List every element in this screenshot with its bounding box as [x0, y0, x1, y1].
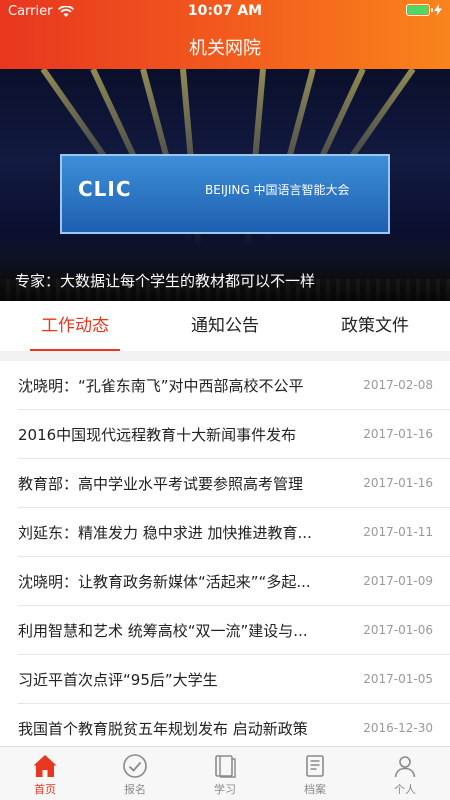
list-item[interactable]: 利用智慧和艺术 统筹高校“双一流”建设与... 2017-01-06: [0, 606, 450, 655]
tabbar-item-archive[interactable]: 档案: [270, 747, 360, 800]
news-title: 刘延东：精准发力 稳中求进 加快推进教育...: [18, 524, 312, 542]
app-header: Carrier 10:07 AM 机关网院: [0, 0, 450, 69]
tabbar-label: 个人: [394, 783, 416, 796]
category-tabs: 工作动态 通知公告 政策文件: [0, 301, 450, 351]
section-divider: [0, 351, 450, 361]
check-circle-icon: [123, 754, 147, 778]
news-date: 2017-01-16: [363, 427, 433, 441]
home-icon: [33, 755, 57, 777]
tabbar-label: 档案: [304, 783, 326, 796]
banner-caption[interactable]: 专家：大数据让每个学生的教材都可以不一样: [15, 270, 315, 291]
news-date: 2017-02-08: [363, 378, 433, 392]
tabbar-label: 报名: [124, 783, 146, 796]
list-item[interactable]: 教育部：高中学业水平考试要参照高考管理 2017-01-16: [0, 459, 450, 508]
tab-policy-docs[interactable]: 政策文件: [300, 301, 450, 351]
status-time: 10:07 AM: [187, 3, 263, 19]
status-right: [406, 4, 442, 16]
list-item[interactable]: 沈晓明：让教育政务新媒体“活起来”“多起... 2017-01-09: [0, 557, 450, 606]
banner-screen-subtitle: BEIJING 中国语言智能大会: [205, 183, 350, 197]
news-date: 2017-01-11: [363, 525, 433, 539]
news-title: 沈晓明：让教育政务新媒体“活起来”“多起...: [18, 573, 311, 591]
banner-carousel[interactable]: CLIC BEIJING 中国语言智能大会 专家：大数据让每个学生的教材都可以不…: [0, 69, 450, 301]
banner-screen-logo: CLIC: [78, 177, 132, 201]
tabbar-item-home[interactable]: 首页: [0, 747, 90, 800]
battery-icon: [406, 4, 433, 16]
news-date: 2017-01-16: [363, 476, 433, 490]
tabbar-label: 首页: [34, 783, 56, 796]
tabbar-item-signup[interactable]: 报名: [90, 747, 180, 800]
list-item[interactable]: 刘延东：精准发力 稳中求进 加快推进教育... 2017-01-11: [0, 508, 450, 557]
list-item[interactable]: 沈晓明：“孔雀东南飞”对中西部高校不公平 2017-02-08: [0, 361, 450, 410]
tab-work-news[interactable]: 工作动态: [0, 301, 150, 351]
tab-notices[interactable]: 通知公告: [150, 301, 300, 351]
list-item[interactable]: 2016中国现代远程教育十大新闻事件发布 2017-01-16: [0, 410, 450, 459]
tabbar-label: 学习: [214, 783, 236, 796]
news-title: 我国首个教育脱贫五年规划发布 启动新政策: [18, 720, 308, 738]
news-title: 2016中国现代远程教育十大新闻事件发布: [18, 426, 297, 444]
person-icon: [394, 756, 416, 778]
tabbar-item-study[interactable]: 学习: [180, 747, 270, 800]
charging-icon: [434, 4, 442, 16]
news-title: 利用智慧和艺术 统筹高校“双一流”建设与...: [18, 622, 308, 640]
news-title: 沈晓明：“孔雀东南飞”对中西部高校不公平: [18, 377, 304, 395]
bottom-tab-bar: 首页 报名 学习 档案 个人: [0, 746, 450, 800]
news-date: 2017-01-09: [363, 574, 433, 588]
news-date: 2017-01-05: [363, 672, 433, 686]
archive-icon: [306, 755, 324, 777]
news-date: 2016-12-30: [363, 721, 433, 735]
book-icon: [215, 755, 236, 778]
news-title: 习近平首次点评“95后”大学生: [18, 671, 218, 689]
list-item[interactable]: 习近平首次点评“95后”大学生 2017-01-05: [0, 655, 450, 704]
status-bar: Carrier 10:07 AM: [0, 0, 450, 24]
tabbar-item-profile[interactable]: 个人: [360, 747, 450, 800]
news-date: 2017-01-06: [363, 623, 433, 637]
page-title: 机关网院: [189, 38, 261, 59]
news-list: 沈晓明：“孔雀东南飞”对中西部高校不公平 2017-02-08 2016中国现代…: [0, 361, 450, 753]
news-title: 教育部：高中学业水平考试要参照高考管理: [18, 475, 304, 493]
